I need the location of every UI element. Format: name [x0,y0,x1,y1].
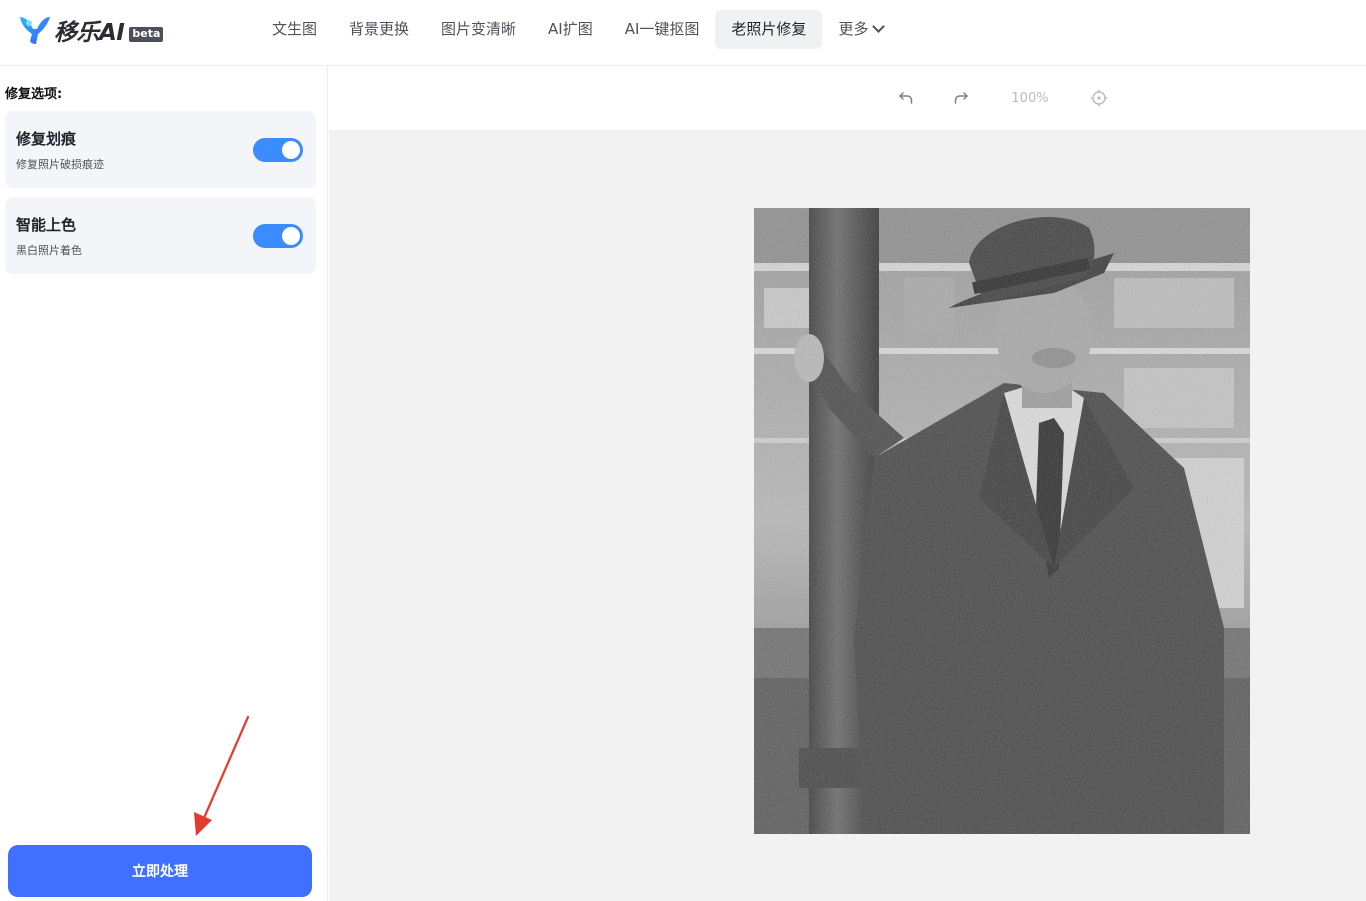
option-scratch-repair: 修复划痕 修复照片破损痕迹 [5,111,316,188]
nav-label: 背景更换 [349,20,410,38]
nav-label: AI一键抠图 [624,20,700,38]
option-description: 黑白照片着色 [16,244,82,257]
nav-label: 文生图 [272,20,318,38]
logo[interactable]: 移乐AI beta [18,12,164,48]
main-nav: 文生图 背景更换 图片变清晰 AI扩图 AI一键抠图 老照片修复 更多 [256,10,899,49]
redo-icon [954,92,968,104]
toggle-knob [282,141,300,159]
top-header: 移乐AI beta 文生图 背景更换 图片变清晰 AI扩图 AI一键抠图 老照片… [0,0,1366,66]
smart-colorize-toggle[interactable] [253,224,303,248]
options-title: 修复选项: [5,87,63,102]
option-smart-colorize: 智能上色 黑白照片着色 [5,197,316,274]
nav-label: AI扩图 [548,20,593,38]
option-title: 修复划痕 [16,130,77,148]
nav-text-to-image[interactable]: 文生图 [256,10,333,49]
nav-label: 图片变清晰 [441,20,517,38]
zoom-level[interactable]: 100% [1005,87,1055,109]
process-now-button[interactable]: 立即处理 [8,845,312,897]
options-sidebar: 修复选项: 修复划痕 修复照片破损痕迹 智能上色 黑白照片着色 立即处理 [0,66,328,901]
redo-button[interactable] [950,87,972,109]
undo-button[interactable] [895,87,917,109]
nav-image-enhance[interactable]: 图片变清晰 [425,10,532,49]
beta-badge: beta [129,26,164,42]
nav-old-photo-restore[interactable]: 老照片修复 [715,10,823,49]
annotation-arrow-icon [194,715,250,836]
nav-ai-cutout[interactable]: AI一键抠图 [609,10,716,49]
scratch-repair-toggle[interactable] [253,138,303,162]
old-photo-preview [754,208,1250,834]
nav-background-replace[interactable]: 背景更换 [333,10,425,49]
toggle-knob [282,227,300,245]
nav-label: 更多 [838,20,869,38]
locate-button[interactable] [1088,87,1110,109]
canvas-toolbar: 100% [329,66,1366,130]
locate-icon [1090,89,1108,107]
nav-label: 老照片修复 [731,20,807,38]
undo-icon [899,92,913,104]
nav-more[interactable]: 更多 [822,10,899,49]
logo-text: 移乐AI [54,20,125,46]
chevron-down-icon [872,20,886,33]
option-description: 修复照片破损痕迹 [16,158,104,171]
logo-mark-icon [20,17,50,44]
option-title: 智能上色 [16,216,77,234]
nav-ai-outpaint[interactable]: AI扩图 [532,10,609,49]
image-canvas[interactable] [329,130,1366,901]
